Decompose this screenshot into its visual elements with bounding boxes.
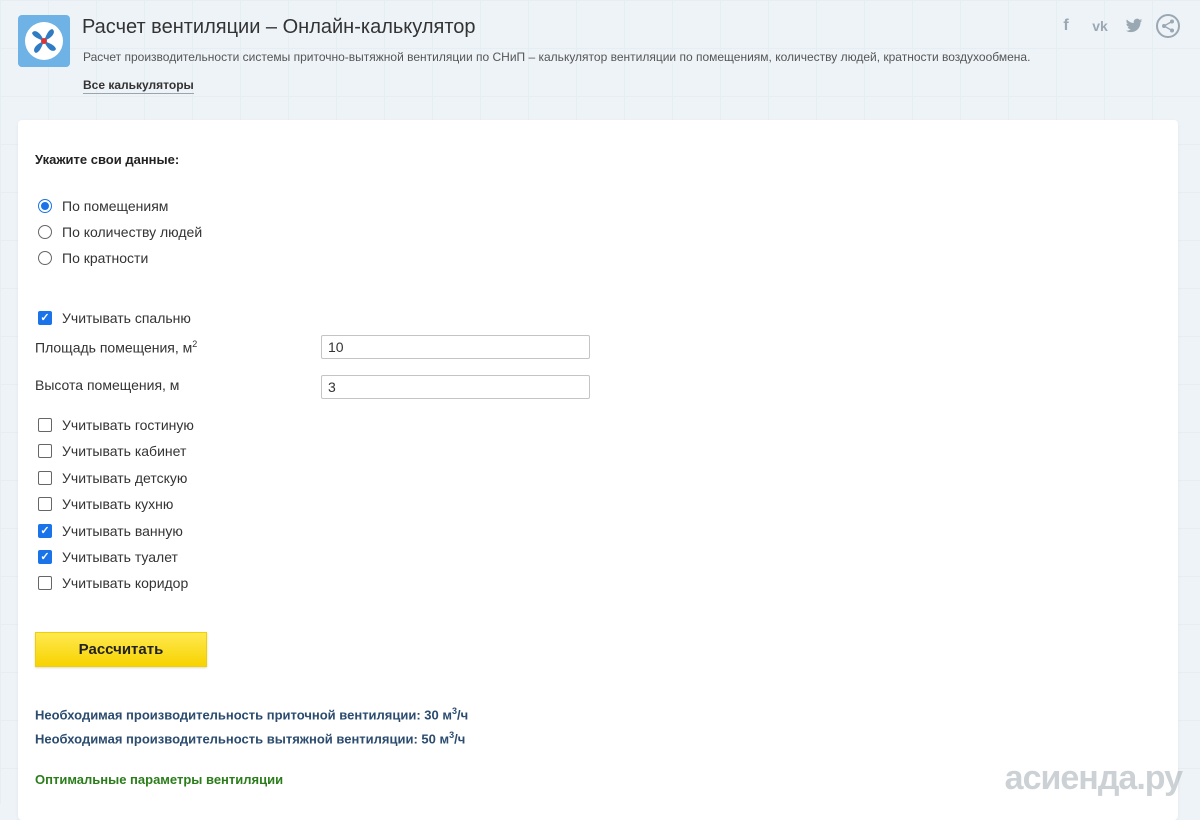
radio-label: По кратности: [62, 250, 149, 266]
checkbox-study[interactable]: Учитывать кабинет: [38, 443, 186, 459]
radio-button[interactable]: [38, 225, 52, 239]
checkbox-kitchen[interactable]: Учитывать кухню: [38, 496, 173, 512]
checkbox[interactable]: ✓: [38, 550, 52, 564]
checkbox-label: Учитывать спальню: [62, 310, 191, 326]
checkbox[interactable]: [38, 444, 52, 458]
radio-by-rate[interactable]: По кратности: [38, 250, 148, 266]
twitter-icon[interactable]: [1122, 14, 1146, 38]
form-prompt: Укажите свои данные:: [35, 152, 180, 167]
checkbox-label: Учитывать туалет: [62, 549, 178, 565]
radio-button[interactable]: [38, 251, 52, 265]
page-title: Расчет вентиляции – Онлайн-калькулятор: [82, 16, 476, 38]
checkbox-label: Учитывать ванную: [62, 523, 183, 539]
height-input[interactable]: [321, 375, 590, 399]
checkbox-bathroom[interactable]: ✓ Учитывать ванную: [38, 523, 183, 539]
checkbox[interactable]: [38, 418, 52, 432]
radio-by-people[interactable]: По количеству людей: [38, 224, 202, 240]
supply-result: Необходимая производительность приточной…: [35, 706, 469, 723]
radio-label: По помещениям: [62, 198, 169, 214]
checkbox-label: Учитывать коридор: [62, 575, 189, 591]
checkbox-bedroom[interactable]: ✓ Учитывать спальню: [38, 310, 191, 326]
facebook-icon[interactable]: f: [1054, 14, 1078, 38]
checkbox-label: Учитывать гостиную: [62, 417, 194, 433]
checkbox[interactable]: [38, 576, 52, 590]
social-share-bar: f vk: [1054, 14, 1180, 38]
checkbox[interactable]: ✓: [38, 311, 52, 325]
radio-label: По количеству людей: [62, 224, 203, 240]
area-input[interactable]: [321, 335, 590, 359]
checkbox-corridor[interactable]: Учитывать коридор: [38, 575, 188, 591]
page-header: Расчет вентиляции – Онлайн-калькулятор Р…: [18, 14, 1180, 104]
checkbox-label: Учитывать кухню: [62, 496, 174, 512]
all-calculators-link[interactable]: Все калькуляторы: [83, 78, 194, 94]
checkbox[interactable]: ✓: [38, 524, 52, 538]
checkbox-label: Учитывать кабинет: [62, 443, 187, 459]
area-unit-sup: 2: [192, 339, 198, 349]
fan-logo-icon: [18, 15, 70, 67]
height-label: Высота помещения, м: [35, 377, 180, 393]
optimal-params-heading: Оптимальные параметры вентиляции: [35, 772, 284, 787]
checkbox[interactable]: [38, 471, 52, 485]
checkbox-label: Учитывать детскую: [62, 470, 188, 486]
checkbox-kids-room[interactable]: Учитывать детскую: [38, 470, 187, 486]
site-watermark: асиенда.ру: [1004, 759, 1183, 797]
exhaust-result: Необходимая производительность вытяжной …: [35, 730, 466, 747]
calculate-button[interactable]: Рассчитать: [35, 632, 207, 667]
share-icon[interactable]: [1156, 14, 1180, 38]
vk-icon[interactable]: vk: [1088, 14, 1112, 38]
checkbox-toilet[interactable]: ✓ Учитывать туалет: [38, 549, 178, 565]
area-label: Площадь помещения, м2: [35, 339, 198, 356]
page-subtitle: Расчет производительности системы приточ…: [83, 50, 1031, 64]
radio-by-rooms[interactable]: По помещениям: [38, 198, 168, 214]
checkbox-living-room[interactable]: Учитывать гостиную: [38, 417, 194, 433]
calculator-card: Укажите свои данные: По помещениям По ко…: [18, 120, 1178, 820]
radio-button[interactable]: [38, 199, 52, 213]
checkbox[interactable]: [38, 497, 52, 511]
